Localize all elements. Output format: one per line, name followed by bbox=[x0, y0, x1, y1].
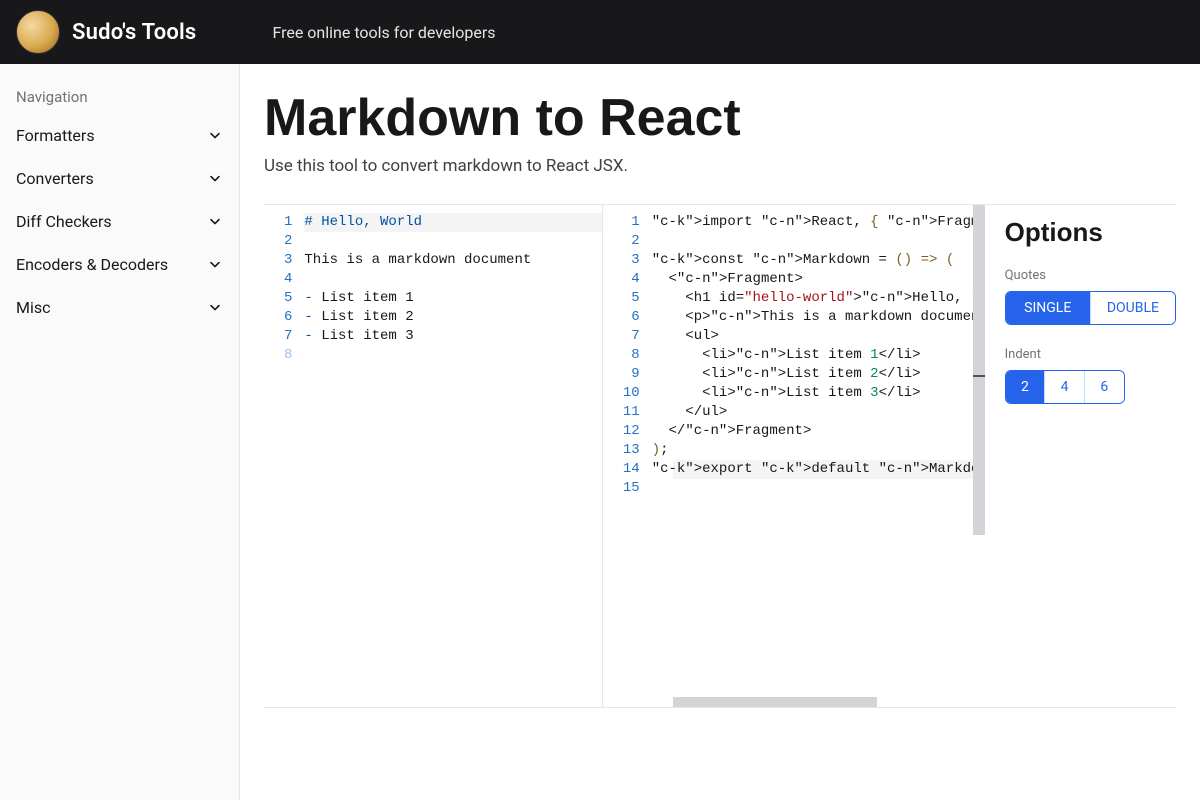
indent-option-4[interactable]: 4 bbox=[1044, 371, 1084, 403]
chevron-down-icon bbox=[207, 300, 223, 316]
horizontal-scrollbar[interactable] bbox=[673, 697, 877, 707]
chevron-down-icon bbox=[207, 171, 223, 187]
input-editor[interactable]: 12345678 # Hello, World This is a markdo… bbox=[264, 205, 603, 707]
sidebar-item-formatters[interactable]: Formatters bbox=[0, 114, 239, 157]
page-description: Use this tool to convert markdown to Rea… bbox=[264, 156, 1176, 176]
app-header: Sudo's Tools Free online tools for devel… bbox=[0, 0, 1200, 64]
line-gutter: 12345678 bbox=[264, 213, 304, 707]
sidebar-item-diff-checkers[interactable]: Diff Checkers bbox=[0, 200, 239, 243]
quotes-toggle: SINGLEDOUBLE bbox=[1005, 291, 1176, 325]
sidebar-item-encoders-decoders[interactable]: Encoders & Decoders bbox=[0, 243, 239, 286]
chevron-down-icon bbox=[207, 128, 223, 144]
quotes-label: Quotes bbox=[1005, 268, 1176, 283]
options-title: Options bbox=[1005, 217, 1176, 248]
main-content: Markdown to React Use this tool to conve… bbox=[240, 64, 1200, 800]
sidebar: Navigation Formatters Converters Diff Ch… bbox=[0, 64, 240, 800]
tagline: Free online tools for developers bbox=[272, 23, 495, 42]
indent-label: Indent bbox=[1005, 347, 1176, 362]
line-gutter: 123456789101112131415 bbox=[603, 213, 652, 707]
quotes-option-double[interactable]: DOUBLE bbox=[1090, 292, 1175, 324]
sidebar-item-misc[interactable]: Misc bbox=[0, 286, 239, 329]
sidebar-item-label: Encoders & Decoders bbox=[16, 255, 168, 274]
sidebar-item-label: Diff Checkers bbox=[16, 212, 112, 231]
code-area[interactable]: # Hello, World This is a markdown docume… bbox=[304, 213, 601, 707]
output-editor[interactable]: 123456789101112131415 "c-k">import "c-n"… bbox=[603, 205, 985, 707]
chevron-down-icon bbox=[207, 257, 223, 273]
brand-name: Sudo's Tools bbox=[72, 20, 196, 45]
indent-toggle: 246 bbox=[1005, 370, 1125, 404]
indent-option-6[interactable]: 6 bbox=[1084, 371, 1124, 403]
nav-section-label: Navigation bbox=[0, 80, 239, 114]
quotes-option-single[interactable]: SINGLE bbox=[1006, 292, 1090, 324]
sidebar-item-label: Formatters bbox=[16, 126, 95, 145]
vertical-scrollbar[interactable] bbox=[973, 205, 985, 535]
indent-option-2[interactable]: 2 bbox=[1006, 371, 1045, 403]
sidebar-item-converters[interactable]: Converters bbox=[0, 157, 239, 200]
scrollbar-mark bbox=[973, 375, 985, 377]
code-area: "c-k">import "c-n">React, { "c-n">Fragme… bbox=[652, 213, 985, 707]
options-panel: Options Quotes SINGLEDOUBLE Indent 246 bbox=[985, 205, 1176, 707]
chevron-down-icon bbox=[207, 214, 223, 230]
sidebar-item-label: Misc bbox=[16, 298, 51, 317]
page-title: Markdown to React bbox=[264, 88, 1176, 148]
logo-icon bbox=[16, 10, 60, 54]
workbench: 12345678 # Hello, World This is a markdo… bbox=[264, 204, 1176, 708]
sidebar-item-label: Converters bbox=[16, 169, 94, 188]
